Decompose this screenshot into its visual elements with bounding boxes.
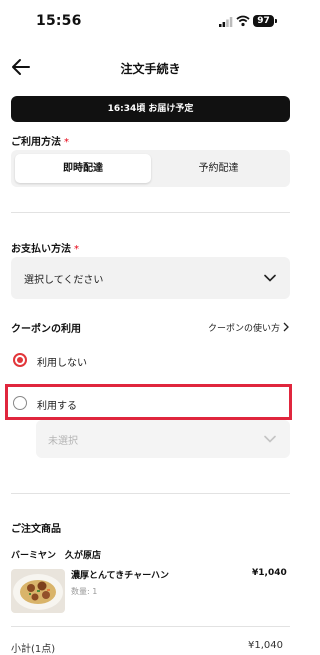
battery-icon: 97	[253, 15, 274, 27]
wifi-icon	[236, 15, 250, 27]
status-time: 15:56	[36, 13, 82, 29]
chevron-down-icon	[264, 274, 276, 282]
required-mark: *	[74, 244, 79, 255]
coupon-option-use-label[interactable]: 利用する	[37, 397, 77, 412]
divider	[11, 626, 290, 627]
usage-label: ご利用方法	[11, 137, 61, 148]
usage-option-immediate[interactable]: 即時配達	[15, 154, 151, 183]
page-title: 注文手続き	[120, 62, 181, 76]
usage-section-heading: ご利用方法 *	[11, 130, 69, 149]
chevron-down-icon	[264, 435, 276, 443]
item-quantity: 数量: 1	[71, 587, 98, 596]
divider	[11, 493, 290, 494]
fried-rice-image	[11, 569, 65, 613]
coupon-radio-use[interactable]	[13, 396, 27, 410]
payment-placeholder: 選択してください	[24, 275, 104, 286]
subtotal-label: 小計(1点)	[11, 644, 56, 655]
payment-section-heading: お支払い方法 *	[11, 237, 79, 256]
coupon-option-none-label[interactable]: 利用しない	[37, 354, 87, 369]
store-name: バーミヤン 久が原店	[11, 551, 102, 561]
item-price: ¥1,040	[252, 568, 287, 578]
coupon-select-placeholder: 未選択	[48, 436, 78, 447]
item-name: 濃厚とんてきチャーハン	[71, 571, 170, 581]
usage-option-scheduled[interactable]: 予約配達	[151, 154, 286, 183]
coupon-help-link[interactable]: クーポンの使い方	[208, 321, 280, 334]
coupon-label: クーポンの利用	[11, 324, 81, 335]
battery-tip	[275, 19, 277, 23]
subtotal-value: ¥1,040	[248, 640, 283, 651]
coupon-radio-none[interactable]	[13, 353, 27, 367]
cellular-signal-icon	[219, 17, 233, 27]
required-mark: *	[64, 137, 69, 148]
divider	[11, 212, 290, 213]
chevron-right-icon	[283, 322, 289, 332]
delivery-time-banner: 16:34頃 お届け予定	[11, 96, 290, 122]
payment-label: お支払い方法	[11, 244, 71, 255]
order-label: ご注文商品	[11, 524, 61, 535]
